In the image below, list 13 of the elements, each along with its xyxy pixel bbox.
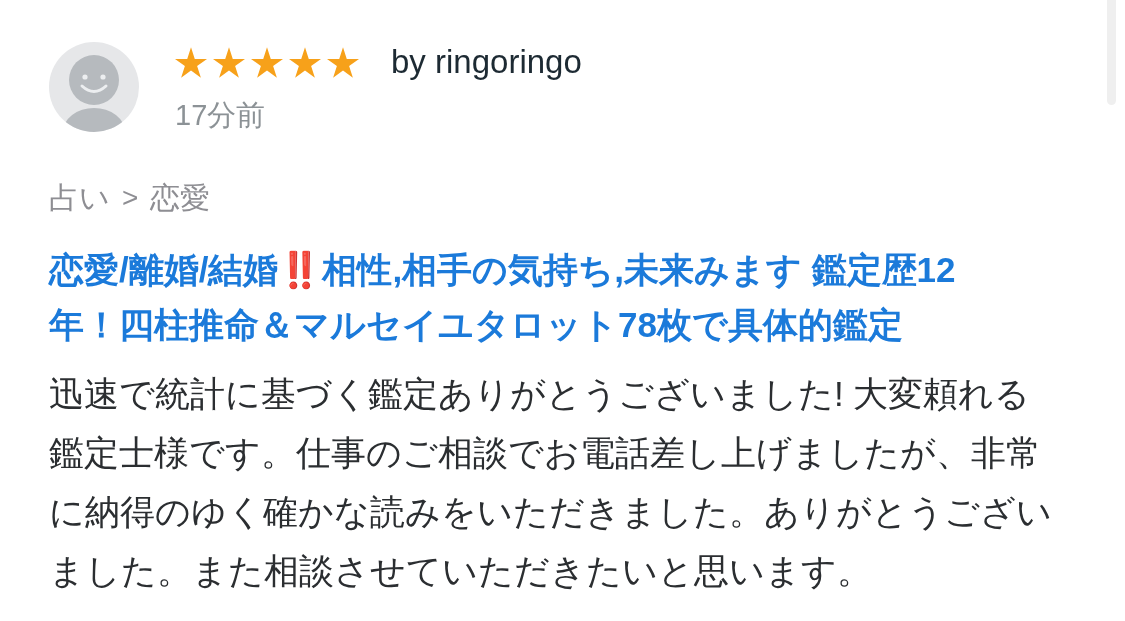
star-icon — [289, 46, 321, 78]
user-avatar-icon — [49, 42, 139, 132]
star-icon — [175, 46, 207, 78]
star-icon — [213, 46, 245, 78]
service-title-link[interactable]: 恋愛/離婚/結婚‼相性,相手の気持ち,未来みます 鑑定歴12年！四柱推命＆マルセイユタロット78枚で具体的鑑定 — [49, 242, 993, 352]
review-body: 迅速で統計に基づく鑑定ありがとうございました! 大変頼れる鑑定士様です。仕事のご相談でお電話差し上げましたが、非常に納得のゆく確かな読みをいただきました。ありがとうございました。また相談させていただきたいと思います。 — [49, 373, 1053, 592]
breadcrumb-link[interactable]: 占い — [49, 176, 110, 220]
reviewer-name: by ringoringo — [391, 42, 582, 82]
breadcrumb-link[interactable]: 恋愛 — [150, 176, 211, 220]
star-icon — [327, 46, 359, 78]
star-icon — [251, 46, 283, 78]
review-time: 17分前 — [175, 98, 267, 133]
breadcrumb-separator: > — [122, 181, 139, 215]
